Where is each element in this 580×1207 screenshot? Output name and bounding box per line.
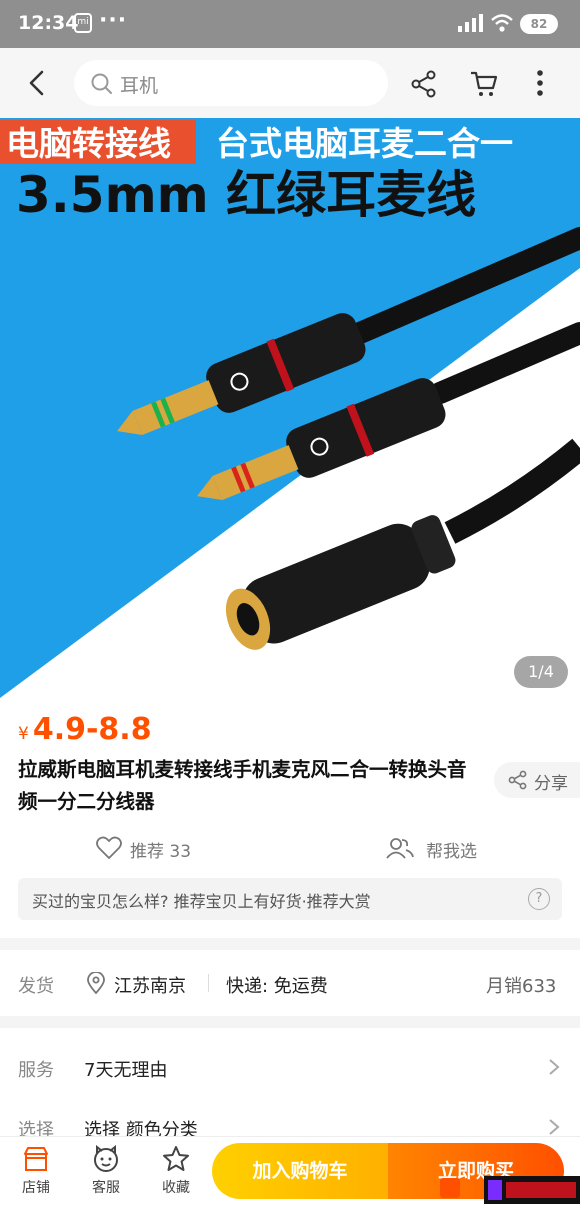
- more-options-icon[interactable]: [530, 68, 550, 98]
- help-choose-button[interactable]: 帮我选: [426, 837, 477, 862]
- heart-icon[interactable]: [96, 836, 122, 860]
- service-section: 服务 7天无理由 选择 选择 颜色分类: [0, 1028, 580, 1148]
- mi-notification-icon: mi: [74, 13, 92, 33]
- image-tag-right: 台式电脑耳麦二合一: [216, 124, 513, 163]
- cart-icon[interactable]: [469, 69, 499, 99]
- product-photo: 电脑转接线 台式电脑耳麦二合一 3.5mm 红绿耳麦线: [0, 118, 580, 698]
- price-range: 4.9-8.8: [32, 712, 152, 747]
- search-query-text: 耳机: [120, 75, 159, 97]
- share-icon: [508, 770, 527, 790]
- search-icon: [91, 73, 112, 94]
- service-row[interactable]: 服务 7天无理由: [0, 1034, 580, 1094]
- image-tag-left: 电脑转接线: [6, 124, 171, 163]
- customer-service-icon: [94, 1145, 118, 1172]
- share-icon[interactable]: [410, 70, 438, 98]
- signal-icon: [458, 14, 483, 32]
- star-icon: [163, 1146, 189, 1171]
- battery-icon: 82: [520, 14, 558, 34]
- image-counter: 1/4: [514, 656, 568, 688]
- price: ¥4.9-8.8: [18, 712, 152, 747]
- image-headline: 3.5mm 红绿耳麦线: [16, 166, 476, 224]
- chevron-right-icon: [549, 1059, 560, 1075]
- recommend-row: 推荐 33 帮我选: [0, 832, 580, 868]
- service-value: 7天无理由: [84, 1060, 168, 1081]
- add-to-cart-button[interactable]: 加入购物车: [212, 1143, 388, 1199]
- currency-symbol: ¥: [18, 724, 29, 744]
- shipping-label: 发货: [18, 976, 54, 997]
- wifi-icon: [491, 14, 513, 32]
- back-arrow-icon[interactable]: [22, 68, 52, 98]
- product-title: 拉威斯电脑耳机麦转接线手机麦克风二合一转换头音频一分二分线器: [18, 758, 467, 813]
- shop-label: 店铺: [22, 1180, 50, 1196]
- share-button[interactable]: 分享: [494, 762, 580, 798]
- product-info: ¥4.9-8.8 拉威斯电脑耳机麦转接线手机麦克风二合一转换头音频一分二分线器 …: [0, 698, 580, 938]
- shop-icon: [24, 1147, 48, 1171]
- watermark-logo: [440, 1176, 580, 1204]
- recommend-button[interactable]: 推荐 33: [130, 837, 191, 862]
- product-image-carousel[interactable]: 电脑转接线 台式电脑耳麦二合一 3.5mm 红绿耳麦线: [0, 118, 580, 698]
- people-icon[interactable]: [386, 837, 414, 859]
- more-notifications-icon: ···: [99, 8, 128, 33]
- top-nav-bar: 耳机: [0, 48, 580, 118]
- share-label: 分享: [534, 774, 568, 794]
- ask-buyers-text: 买过的宝贝怎么样? 推荐宝贝上有好货·推荐大赏: [32, 892, 371, 911]
- location-pin-icon: [87, 972, 105, 994]
- ship-from-location: 江苏南京: [114, 976, 186, 997]
- status-time: 12:34: [18, 12, 79, 34]
- favorite-label: 收藏: [162, 1180, 190, 1196]
- chevron-right-icon: [549, 1119, 560, 1135]
- service-label: 服务: [18, 1060, 54, 1081]
- divider: [208, 974, 209, 992]
- customer-service-label: 客服: [92, 1180, 120, 1196]
- status-bar: 12:34 mi ··· 82: [0, 0, 580, 48]
- favorite-button[interactable]: 收藏: [146, 1145, 206, 1197]
- ask-buyers-bar[interactable]: 买过的宝贝怎么样? 推荐宝贝上有好货·推荐大赏 ?: [18, 878, 562, 920]
- shipping-row: 发货 江苏南京 快递: 免运费 月销633: [0, 950, 580, 1016]
- express-fee: 快递: 免运费: [226, 976, 328, 997]
- customer-service-button[interactable]: 客服: [76, 1145, 136, 1197]
- search-input[interactable]: 耳机: [74, 60, 388, 106]
- help-icon[interactable]: ?: [528, 888, 550, 910]
- shop-button[interactable]: 店铺: [6, 1145, 66, 1197]
- monthly-sales: 月销633: [486, 976, 557, 997]
